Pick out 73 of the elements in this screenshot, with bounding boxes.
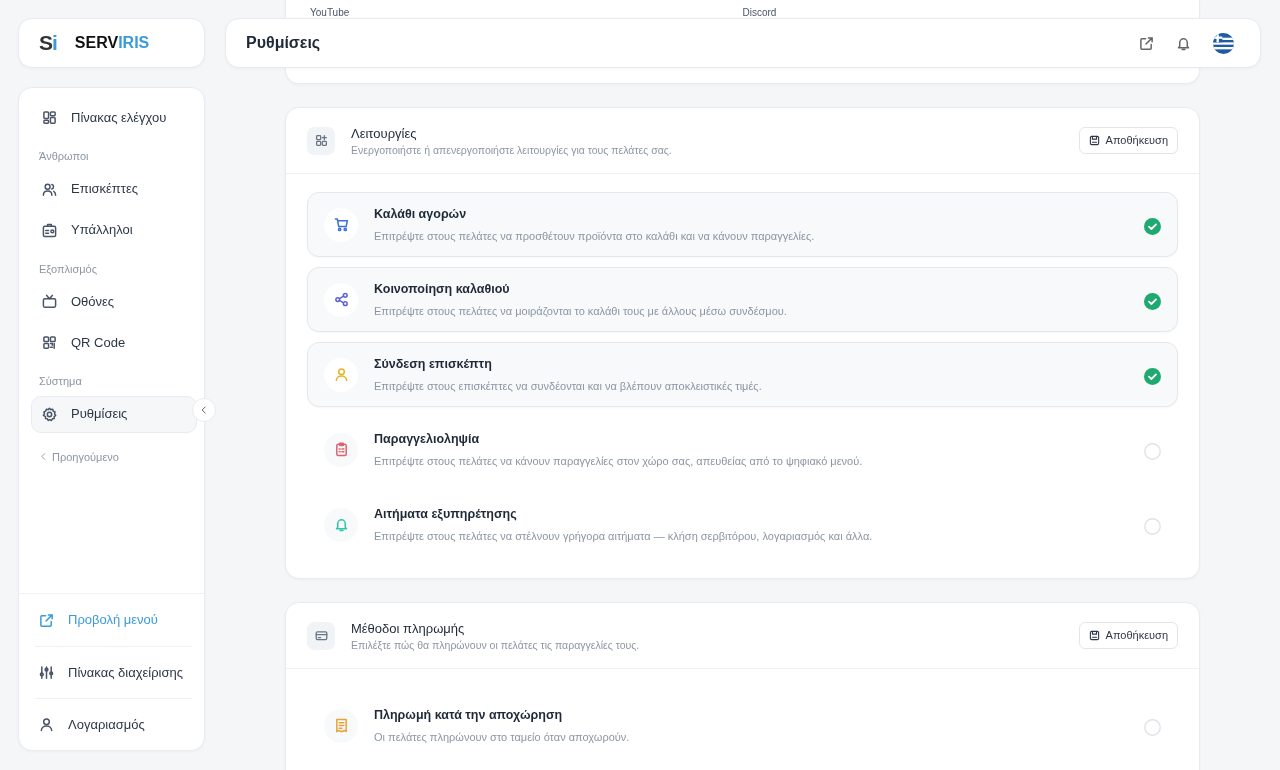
feature-title: Σύνδεση επισκέπτη: [374, 355, 493, 373]
feature-description: Επιτρέψτε στους πελάτες να κάνουν παραγγελίες στον χώρο σας, απευθείας από το ψηφιακό μενού.: [374, 453, 864, 469]
apps-icon: [314, 134, 328, 147]
receipt-icon: [333, 718, 349, 733]
logo-name: SERVIRIS: [74, 33, 150, 53]
section-heading: Άνθρωποι: [38, 149, 90, 164]
toggle-checkbox[interactable]: [1144, 216, 1161, 233]
share-icon: [333, 292, 349, 307]
empty-circle-icon: [1144, 518, 1161, 536]
check-circle-icon: [1144, 293, 1161, 311]
footer-link[interactable]: Πίνακας διαχείρισης: [35, 646, 192, 698]
external-link-button[interactable]: [1139, 35, 1154, 51]
nav-item[interactable]: QR Code: [31, 324, 197, 361]
section-heading: Εξοπλισμός: [38, 261, 98, 277]
feature-title: Αιτήματα εξυπηρέτησης: [374, 505, 518, 523]
tv-icon: [42, 294, 57, 309]
save-icon: [1088, 135, 1100, 146]
settings-icon: [42, 406, 57, 422]
bell-icon: [333, 517, 349, 532]
chevron-left-icon: [199, 405, 209, 415]
feature-description: Επιτρέψτε στους πελάτες να προσθέτουν προϊόντα στο καλάθι και να κάνουν παραγγελίες.: [374, 228, 816, 244]
check-circle-icon: [1144, 218, 1161, 236]
chevron-left-icon: [39, 452, 48, 462]
check-circle-icon: [1144, 368, 1161, 386]
card-subtitle: Επιλέξτε πώς θα πληρώνουν οι πελάτες τις παραγγελίες τους.: [351, 638, 640, 654]
bell-icon: [1176, 35, 1191, 51]
user-icon: [333, 367, 349, 382]
save-button[interactable]: Αποθήκευση: [1078, 622, 1178, 649]
dashboard-icon: [42, 110, 57, 125]
save-button[interactable]: Αποθήκευση: [1078, 127, 1178, 154]
flag-icon: [1213, 32, 1234, 54]
card-title: Λειτουργίες: [351, 124, 418, 143]
empty-circle-icon: [1144, 719, 1161, 737]
card-subtitle: Ενεργοποιήστε ή απενεργοποιήστε λειτουργίες για τους πελάτες σας.: [351, 143, 672, 159]
section-heading: Σύστημα: [38, 374, 83, 389]
feature-title: Κοινοποίηση καλαθιού: [374, 280, 511, 298]
feature-description: Επιτρέψτε στους πελάτες να στέλνουν γρήγορα αιτήματα — κλήση σερβιτόρου, λογαριασμός και άλλα.: [374, 528, 874, 544]
toggle-checkbox[interactable]: [1144, 441, 1161, 458]
toggle-checkbox[interactable]: [1144, 717, 1161, 734]
logo-mark: Si: [39, 30, 57, 57]
nav-item[interactable]: Επισκέπτες: [31, 170, 197, 208]
external-link-icon: [39, 612, 54, 628]
user-icon: [39, 717, 54, 732]
field-label: Discord: [742, 8, 777, 18]
feature-title: Πληρωμή κατά την αποχώρηση: [374, 706, 564, 724]
feature-description: Οι πελάτες πληρώνουν στο ταμείο όταν αποχωρούν.: [374, 729, 631, 745]
notifications-button[interactable]: [1176, 35, 1191, 51]
page-title: Ρυθμίσεις: [246, 33, 321, 53]
footer-link[interactable]: Λογαριασμός: [35, 698, 192, 750]
external-link-icon: [1139, 35, 1154, 51]
toggle-checkbox[interactable]: [1144, 291, 1161, 308]
feature-description: Επιτρέψτε στους επισκέπτες να συνδέονται και να βλέπουν αποκλειστικές τιμές.: [374, 378, 763, 394]
nav-item[interactable]: Οθόνες: [31, 283, 197, 320]
nav-item[interactable]: Υπάλληλοι: [31, 211, 197, 249]
empty-circle-icon: [1144, 443, 1161, 461]
credit-card-icon: [314, 629, 328, 642]
qr-code-icon: [42, 335, 57, 350]
nav-item[interactable]: Ρυθμίσεις: [31, 395, 197, 433]
feature-title: Παραγγελιοληψία: [374, 430, 481, 448]
clipboard-icon: [333, 442, 349, 457]
language-button[interactable]: [1213, 32, 1234, 54]
id-card-icon: [42, 222, 57, 238]
card-title: Μέθοδοι πληρωμής: [351, 619, 466, 638]
nav-item[interactable]: Πίνακας ελέγχου: [31, 99, 197, 136]
toggle-checkbox[interactable]: [1144, 516, 1161, 533]
feature-description: Επιτρέψτε στους πελάτες να μοιράζονται το καλάθι τους με άλλους μέσω συνδέσμου.: [374, 303, 788, 319]
feature-title: Καλάθι αγορών: [374, 205, 468, 223]
field-label: YouTube: [310, 8, 350, 18]
cart-icon: [333, 217, 349, 232]
users-icon: [42, 181, 57, 197]
toggle-checkbox[interactable]: [1144, 366, 1161, 383]
sliders-icon: [39, 665, 54, 680]
save-icon: [1088, 630, 1100, 641]
